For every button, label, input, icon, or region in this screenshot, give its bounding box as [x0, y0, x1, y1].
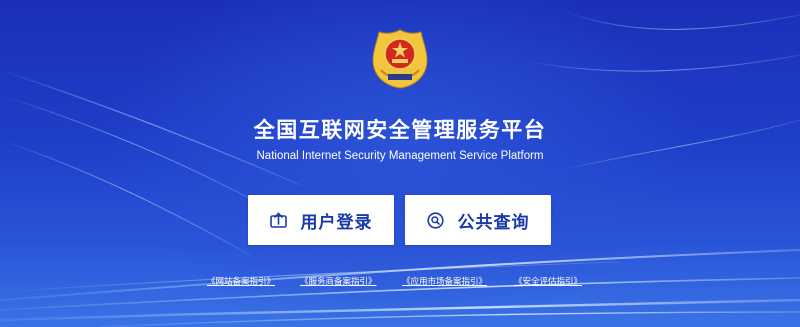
guide-links: 《网站备案指引》 《服务商备案指引》 《应用市场备案指引》 《安全评估指引》: [0, 275, 800, 291]
page-subtitle: National Internet Security Management Se…: [256, 150, 544, 162]
user-login-button[interactable]: 用户登录: [248, 195, 394, 245]
user-login-label: 用户登录: [300, 212, 373, 233]
search-icon: [426, 211, 444, 229]
upload-login-icon: [269, 211, 287, 228]
public-search-label: 公共查询: [457, 212, 530, 233]
public-search-button[interactable]: 公共查询: [405, 195, 551, 245]
police-emblem-icon: [372, 29, 428, 89]
page-title: 全国互联网安全管理服务平台: [253, 118, 547, 142]
guide-link-app-market[interactable]: 《应用市场备案指引》: [402, 275, 487, 287]
guide-link-website[interactable]: 《网站备案指引》: [207, 275, 275, 287]
guide-link-security-assessment[interactable]: 《安全评估指引》: [514, 275, 582, 287]
guide-link-service-provider[interactable]: 《服务商备案指引》: [300, 275, 377, 287]
